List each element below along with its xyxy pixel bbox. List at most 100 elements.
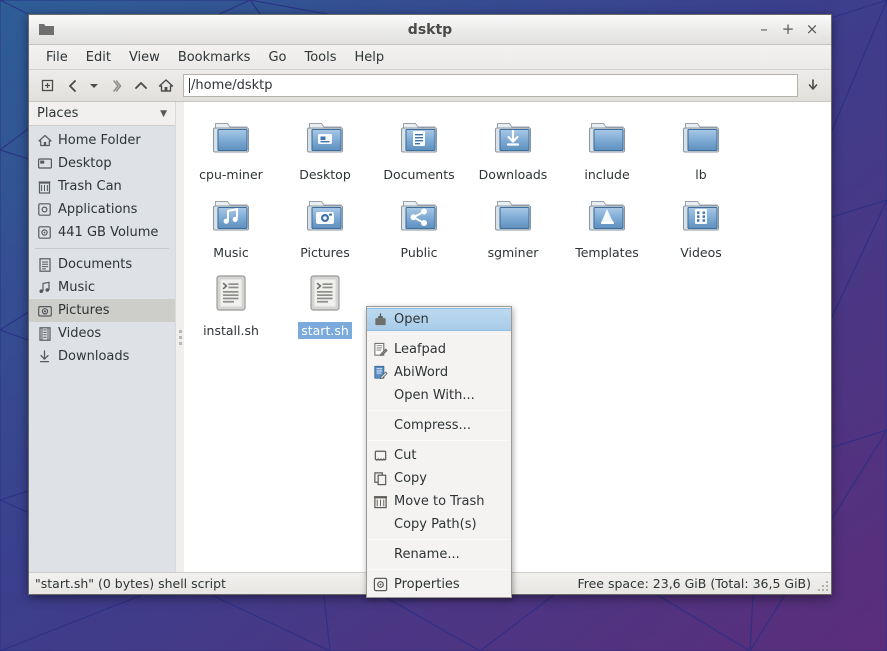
resize-grip-icon[interactable] <box>818 581 828 591</box>
folder-item[interactable]: Downloads <box>466 112 560 190</box>
file-item[interactable]: install.sh <box>184 268 278 346</box>
folder-item[interactable]: include <box>560 112 654 190</box>
trash-icon <box>37 179 52 194</box>
abiword-icon <box>372 365 388 381</box>
window-title: dsktp <box>29 22 831 38</box>
folder-item[interactable]: Desktop <box>278 112 372 190</box>
menu-go[interactable]: Go <box>259 47 295 68</box>
home-icon <box>37 133 52 148</box>
menu-item-label: AbiWord <box>394 365 448 380</box>
sidebar-item-label: Trash Can <box>58 179 122 194</box>
open-location-icon[interactable] <box>801 74 825 98</box>
menu-file[interactable]: File <box>37 47 77 68</box>
script-file-icon <box>305 270 345 318</box>
sidebar-item-pictures[interactable]: Pictures <box>29 299 175 322</box>
sidebar-item-label: Desktop <box>58 156 112 171</box>
menu-view[interactable]: View <box>120 47 169 68</box>
menu-item-leafpad[interactable]: Leafpad <box>367 338 511 361</box>
menu-item-label: Cut <box>394 448 416 463</box>
forward-icon[interactable] <box>104 74 128 98</box>
menu-item-label: Open <box>394 312 429 327</box>
menu-separator <box>368 410 510 411</box>
file-label: Downloads <box>476 166 551 183</box>
sidebar-item-music[interactable]: Music <box>29 276 175 299</box>
folder-item[interactable]: Public <box>372 190 466 268</box>
path-input[interactable]: /home/dsktp <box>183 74 798 97</box>
title-bar[interactable]: dsktp – + × <box>29 15 831 45</box>
path-value: /home/dsktp <box>191 78 273 93</box>
menu-help[interactable]: Help <box>346 47 394 68</box>
file-item[interactable]: start.sh <box>278 268 372 346</box>
folder-item[interactable]: Pictures <box>278 190 372 268</box>
home-icon[interactable] <box>154 74 178 98</box>
menu-item-copy-path-s[interactable]: Copy Path(s) <box>367 513 511 536</box>
places-header[interactable]: Places ▼ <box>29 102 175 126</box>
sidebar-item-441-gb-volume[interactable]: 441 GB Volume <box>29 221 175 244</box>
menu-bar: File Edit View Bookmarks Go Tools Help <box>29 45 831 70</box>
sidebar-item-documents[interactable]: Documents <box>29 253 175 276</box>
applications-icon <box>37 202 52 217</box>
menu-item-copy[interactable]: Copy <box>367 467 511 490</box>
sidebar-item-trash-can[interactable]: Trash Can <box>29 175 175 198</box>
folder-icon <box>397 114 441 162</box>
menu-icon-placeholder <box>372 388 388 404</box>
sidebar-item-videos[interactable]: Videos <box>29 322 175 345</box>
sidebar-item-downloads[interactable]: Downloads <box>29 345 175 368</box>
splitter-grip-icon <box>179 330 182 345</box>
music-icon <box>37 280 52 295</box>
folder-item[interactable]: Documents <box>372 112 466 190</box>
history-dropdown-icon[interactable] <box>85 74 103 98</box>
menu-separator <box>368 539 510 540</box>
file-label: install.sh <box>200 322 262 339</box>
menu-item-properties[interactable]: Properties <box>367 573 511 596</box>
up-icon[interactable] <box>129 74 153 98</box>
documents-icon <box>37 257 52 272</box>
file-label: Pictures <box>297 244 353 261</box>
menu-item-label: Compress... <box>394 418 471 433</box>
places-sidebar: Places ▼ Home Folder Desktop <box>29 102 175 572</box>
folder-item[interactable]: Templates <box>560 190 654 268</box>
sidebar-item-label: Downloads <box>58 349 129 364</box>
menu-item-cut[interactable]: Cut <box>367 444 511 467</box>
file-label: Videos <box>677 244 725 261</box>
folder-item[interactable]: Videos <box>654 190 748 268</box>
sidebar-item-label: Pictures <box>58 303 109 318</box>
window-controls: – + × <box>753 19 831 41</box>
menu-bookmarks[interactable]: Bookmarks <box>169 47 260 68</box>
menu-edit[interactable]: Edit <box>77 47 120 68</box>
menu-item-compress[interactable]: Compress... <box>367 414 511 437</box>
chevron-down-icon[interactable]: ▼ <box>160 109 167 119</box>
close-button[interactable]: × <box>801 19 823 41</box>
sidebar-item-label: Applications <box>58 202 137 217</box>
places-group-2: Documents Music Pictures <box>29 253 175 368</box>
file-label: sgminer <box>485 244 542 261</box>
sidebar-separator <box>35 248 169 249</box>
sidebar-item-label: Music <box>58 280 95 295</box>
sidebar-item-desktop[interactable]: Desktop <box>29 152 175 175</box>
folder-icon <box>491 192 535 240</box>
menu-icon-placeholder <box>372 547 388 563</box>
minimize-button[interactable]: – <box>753 19 775 41</box>
folder-item[interactable]: lb <box>654 112 748 190</box>
menu-item-label: Leafpad <box>394 342 446 357</box>
status-selection-info: "start.sh" (0 bytes) shell script <box>35 576 226 591</box>
sidebar-splitter[interactable] <box>175 102 184 572</box>
new-tab-icon[interactable] <box>35 74 59 98</box>
menu-item-label: Move to Trash <box>394 494 485 509</box>
menu-item-open-with[interactable]: Open With... <box>367 384 511 407</box>
menu-item-rename[interactable]: Rename... <box>367 543 511 566</box>
sidebar-item-home-folder[interactable]: Home Folder <box>29 129 175 152</box>
folder-item[interactable]: cpu-miner <box>184 112 278 190</box>
folder-icon <box>209 192 253 240</box>
file-label: Music <box>210 244 252 261</box>
sidebar-item-applications[interactable]: Applications <box>29 198 175 221</box>
back-icon[interactable] <box>60 74 84 98</box>
menu-item-move-to-trash[interactable]: Move to Trash <box>367 490 511 513</box>
folder-item[interactable]: sgminer <box>466 190 560 268</box>
maximize-button[interactable]: + <box>777 19 799 41</box>
folder-icon <box>585 114 629 162</box>
menu-item-open[interactable]: Open <box>367 308 511 331</box>
menu-item-abiword[interactable]: AbiWord <box>367 361 511 384</box>
menu-tools[interactable]: Tools <box>295 47 345 68</box>
folder-item[interactable]: Music <box>184 190 278 268</box>
